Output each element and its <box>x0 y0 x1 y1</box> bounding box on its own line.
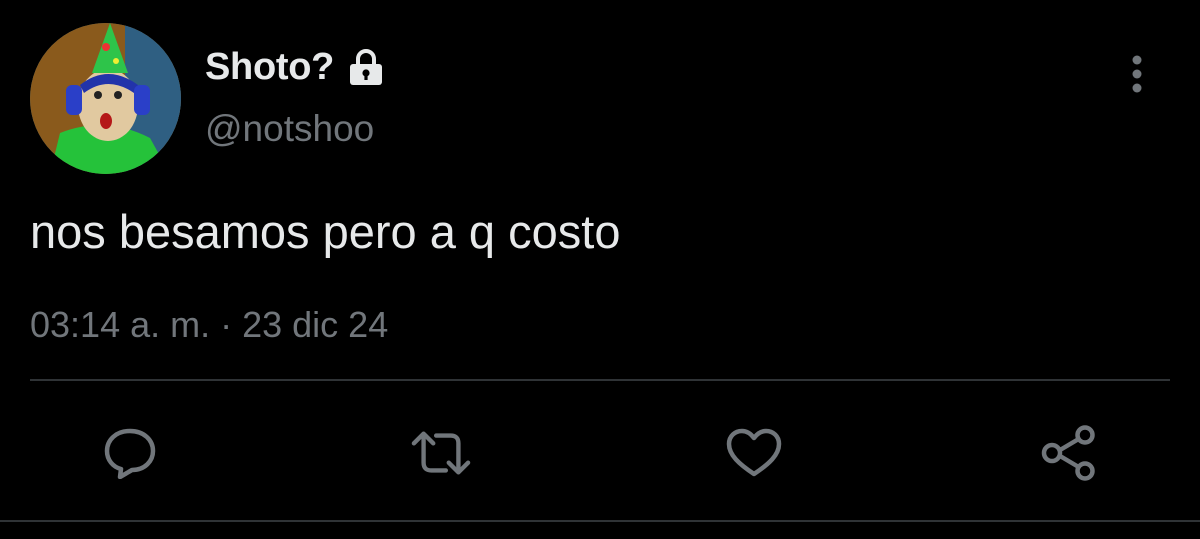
retweet-button[interactable] <box>411 424 471 482</box>
tweet-detail: Shoto? @notshoo nos besamos pero a q cos… <box>0 0 1200 539</box>
share-icon <box>1041 425 1095 481</box>
more-options-button[interactable] <box>1117 50 1157 98</box>
tweet-time: 03:14 a. m. <box>30 304 211 345</box>
avatar[interactable] <box>30 23 181 174</box>
tweet-date: 23 dic 24 <box>242 304 389 345</box>
tweet-timestamp[interactable]: 03:14 a. m. · 23 dic 24 <box>30 304 388 346</box>
avatar-icon <box>30 23 181 174</box>
lock-icon <box>346 47 386 87</box>
display-name[interactable]: Shoto? <box>205 46 334 89</box>
retweet-icon <box>411 431 471 475</box>
share-button[interactable] <box>1039 424 1099 482</box>
reply-button[interactable] <box>100 424 160 482</box>
like-button[interactable] <box>724 424 784 482</box>
divider <box>30 379 1170 381</box>
tweet-text: nos besamos pero a q costo <box>30 205 621 258</box>
user-handle[interactable]: @notshoo <box>205 108 374 150</box>
heart-icon <box>726 428 782 477</box>
bottom-divider <box>0 520 1200 522</box>
more-vertical-icon <box>1132 55 1142 93</box>
display-name-row: Shoto? <box>205 44 386 90</box>
reply-icon <box>104 428 156 479</box>
meta-separator: · <box>220 304 233 345</box>
